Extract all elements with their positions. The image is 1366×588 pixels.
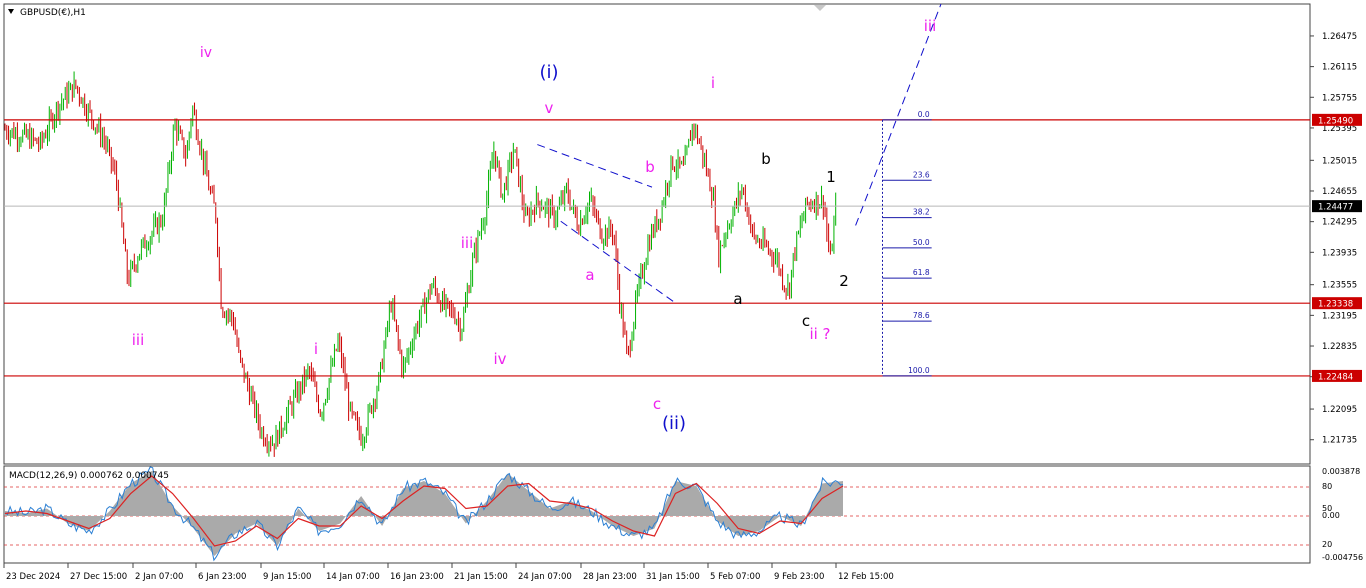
wave-label: c [653,395,661,413]
price-tick-label: 1.26475 [1322,32,1357,42]
price-tick-label: 1.23935 [1322,248,1357,258]
wave-label: i [314,340,318,358]
fib-level-label: 61.8 [913,268,930,277]
macd-tick-label: 80 [1322,482,1332,491]
wave-label: v [545,99,554,117]
time-tick-label: 9 Feb 23:00 [774,572,824,582]
wave-label: 1 [826,168,836,186]
price-tick-label: 1.26115 [1322,63,1357,73]
time-tick-label: 23 Dec 2024 [6,572,60,582]
wave-label: (i) [539,62,558,83]
chart-title: GBPUSD(€),H1 [20,8,86,18]
time-tick-label: 9 Jan 15:00 [263,572,311,582]
wave-label: iv [493,350,506,368]
wave-label: (ii) [662,413,686,434]
wave-label: ii ? [809,325,830,343]
fib-level-label: 38.2 [913,208,930,217]
time-tick-label: 12 Feb 15:00 [838,572,894,582]
fib-level-label: 100.0 [908,366,930,375]
price-label: 1.24477 [1318,203,1353,213]
macd-tick-label: 0.003878 [1322,467,1360,476]
price-tick-label: 1.22095 [1322,405,1357,415]
wave-label: iii [132,331,145,349]
macd-pane[interactable] [3,465,1311,564]
price-label: 1.22484 [1318,372,1353,382]
wave-label: iii [924,17,937,35]
price-label: 1.23338 [1318,300,1353,310]
time-tick-label: 16 Jan 23:00 [390,572,444,582]
time-tick-label: 27 Dec 15:00 [70,572,127,582]
time-tick-label: 24 Jan 07:00 [518,572,572,582]
macd-tick-label: -0.004756 [1322,553,1363,562]
time-tick-label: 21 Jan 15:00 [454,572,508,582]
wave-label: iii [461,234,474,252]
price-tick-label: 1.22835 [1322,342,1357,352]
wave-label: b [645,158,655,176]
price-tick-label: 1.21735 [1322,436,1357,446]
macd-tick-label: 0.00 [1322,511,1340,520]
fib-level-label: 50.0 [913,238,930,247]
fib-level-label: 0.0 [918,110,930,119]
wave-label: iv [200,45,212,61]
price-tick-label: 1.24295 [1322,218,1357,228]
time-tick-label: 28 Jan 23:00 [583,572,637,582]
time-tick-label: 2 Jan 07:00 [135,572,183,582]
price-tick-label: 1.25015 [1322,156,1357,166]
time-tick-label: 31 Jan 15:00 [646,572,700,582]
wave-label: a [585,266,594,284]
wave-label: b [761,150,771,168]
time-tick-label: 6 Jan 23:00 [198,572,246,582]
price-tick-label: 1.23195 [1322,311,1357,321]
wave-label: a [733,290,742,308]
price-tick-label: 1.23555 [1322,281,1357,291]
price-label: 1.25490 [1318,116,1353,126]
wave-label: i [711,74,715,92]
price-tick-label: 1.25755 [1322,93,1357,103]
macd-tick-label: 20 [1322,540,1332,549]
fib-level-label: 23.6 [913,170,930,179]
price-tick-label: 1.24655 [1322,187,1357,197]
wave-label: 2 [839,272,849,290]
macd-title: MACD(12,26,9) 0.000762 0.000745 [9,471,169,481]
time-tick-label: 5 Feb 07:00 [710,572,760,582]
fib-level-label: 78.6 [913,311,930,320]
time-tick-label: 14 Jan 07:00 [326,572,380,582]
price-chart[interactable]: 0.023.638.250.061.878.6100.0 iviii iiiiiv… [0,0,1366,588]
